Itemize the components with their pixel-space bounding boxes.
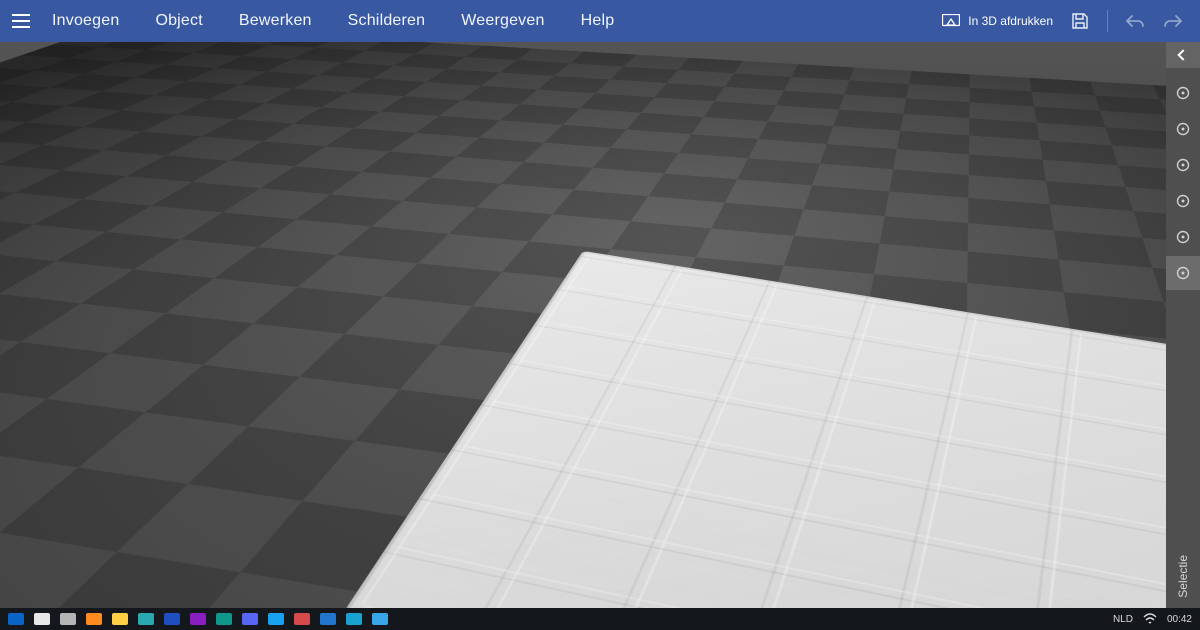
camera-tool[interactable] (1166, 76, 1200, 110)
search-icon[interactable] (34, 613, 50, 625)
undo-icon (1125, 13, 1145, 29)
word-icon[interactable] (164, 613, 180, 625)
camera-icon (1175, 85, 1191, 101)
print-3d-icon (942, 14, 960, 28)
paint3d-icon[interactable] (372, 613, 388, 625)
calendar-icon[interactable] (294, 613, 310, 625)
print-3d-button[interactable]: In 3D afdrukken (942, 14, 1053, 28)
redo-icon (1163, 13, 1183, 29)
hamburger-icon (12, 20, 30, 22)
taskbar-apps (8, 613, 388, 625)
premiere-icon[interactable] (190, 613, 206, 625)
viewport-3d[interactable] (0, 42, 1166, 608)
undo-button[interactable] (1124, 10, 1146, 32)
sidebar-collapse-button[interactable] (1166, 42, 1200, 68)
save-icon (1071, 12, 1089, 30)
mesh-tool[interactable] (1166, 112, 1200, 146)
object-tool[interactable] (1166, 220, 1200, 254)
explorer-icon[interactable] (112, 613, 128, 625)
taskbar-language[interactable]: NLD (1113, 614, 1133, 625)
menu-object[interactable]: Object (155, 12, 202, 30)
taskbar: NLD 00:42 (0, 608, 1200, 630)
app-window: Invoegen Object Bewerken Schilderen Weer… (0, 0, 1200, 630)
menu-edit[interactable]: Bewerken (239, 12, 312, 30)
edge-icon[interactable] (138, 613, 154, 625)
print-3d-label: In 3D afdrukken (968, 14, 1053, 28)
right-sidebar: Selectie (1166, 42, 1200, 608)
taskbar-clock[interactable]: 00:42 (1167, 614, 1192, 625)
wifi-icon[interactable] (1143, 613, 1157, 625)
sidebar-panel-label: Selectie (1176, 545, 1190, 608)
menu-help[interactable]: Help (581, 12, 615, 30)
discord-icon[interactable] (242, 613, 258, 625)
menu-view[interactable]: Weergeven (461, 12, 544, 30)
chevron-left-icon (1177, 49, 1188, 60)
hamburger-button[interactable] (0, 20, 42, 22)
menubar-right: In 3D afdrukken (942, 10, 1200, 32)
menu-items: Invoegen Object Bewerken Schilderen Weer… (42, 12, 614, 30)
separator (1107, 10, 1108, 32)
menubar: Invoegen Object Bewerken Schilderen Weer… (0, 0, 1200, 42)
menu-paint[interactable]: Schilderen (348, 12, 426, 30)
onedrive-icon[interactable] (268, 613, 284, 625)
stamp-tool[interactable] (1166, 256, 1200, 290)
start-icon[interactable] (8, 613, 24, 625)
menu-insert[interactable]: Invoegen (52, 12, 119, 30)
material-tool[interactable] (1166, 148, 1200, 182)
save-button[interactable] (1069, 10, 1091, 32)
photopea-icon[interactable] (216, 613, 232, 625)
lighting-tool[interactable] (1166, 184, 1200, 218)
mesh-icon (1175, 121, 1191, 137)
object-icon (1175, 229, 1191, 245)
lighting-icon (1175, 193, 1191, 209)
stamp-icon (1175, 265, 1191, 281)
3dbuilder-icon[interactable] (320, 613, 336, 625)
redo-button[interactable] (1162, 10, 1184, 32)
sidebar-tools (1166, 76, 1200, 290)
taskview-icon[interactable] (60, 613, 76, 625)
material-icon (1175, 157, 1191, 173)
mail-icon[interactable] (346, 613, 362, 625)
firefox-icon[interactable] (86, 613, 102, 625)
